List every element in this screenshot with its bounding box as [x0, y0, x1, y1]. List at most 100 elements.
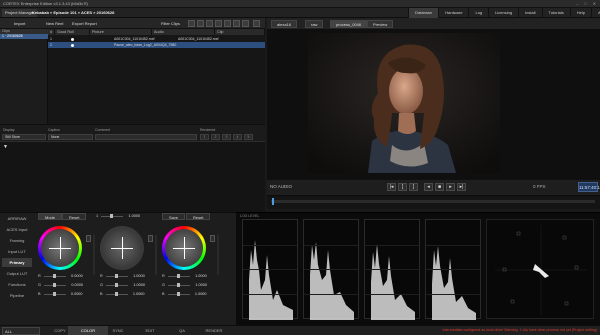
filter-clips-button[interactable]: Filter Clips [157, 20, 184, 27]
rendered-label: Rendered [200, 128, 216, 132]
menu-help[interactable]: Help [569, 8, 591, 18]
tab-alexa16[interactable]: alexa16 [271, 20, 298, 28]
rendered-3[interactable]: 3 [222, 134, 231, 140]
col-audio[interactable]: Audio [152, 29, 215, 35]
tag-icon[interactable] [224, 20, 231, 27]
play-icon[interactable]: ▸ [446, 183, 455, 191]
display-select[interactable]: Still Store [2, 134, 46, 140]
rendered-1[interactable]: 1 [200, 134, 209, 140]
delete-icon[interactable] [242, 20, 249, 27]
viewer-tabs: alexa16 raw process_0046 Preview [267, 18, 600, 29]
all-select[interactable]: ALL [2, 327, 40, 335]
export-report-button[interactable]: Export Report [68, 20, 101, 27]
playhead[interactable] [272, 198, 274, 205]
gamma-master-index: 1 [96, 214, 99, 218]
col-clip[interactable]: Clip [215, 29, 265, 35]
settings-icon[interactable] [215, 20, 222, 27]
save-button[interactable]: Save [162, 213, 186, 220]
play-reverse-icon[interactable]: ◂ [424, 183, 433, 191]
lift-wheel[interactable] [38, 226, 82, 270]
tab-preview[interactable]: Preview [367, 20, 394, 28]
sidebar-item-framing[interactable]: Framing [2, 236, 32, 245]
reset-button[interactable]: Reset [62, 213, 87, 220]
table-row[interactable]: 2 Pause_aleo_base_Log2_A004Q4_7580 [48, 42, 265, 48]
menu-hardware[interactable]: Hardware [438, 8, 468, 18]
lift-b-value[interactable]: 0.0000 [69, 292, 83, 296]
new-reel-button[interactable]: New Reel [42, 20, 67, 27]
lift-add-icon[interactable] [86, 235, 91, 242]
gamma-g-value[interactable]: 1.0000 [131, 283, 145, 287]
timeline-track[interactable] [271, 200, 595, 203]
reset-all-button[interactable]: Reset [186, 213, 211, 220]
tab-render[interactable]: RENDER [194, 326, 234, 335]
gamma-add-icon[interactable] [148, 235, 153, 242]
folder-icon[interactable] [188, 20, 195, 27]
waveform-blue[interactable] [425, 219, 481, 320]
sidebar-item-output-lut[interactable]: Output LUT [2, 269, 32, 278]
menu-database[interactable]: Database [408, 8, 439, 18]
gain-r-value[interactable]: 1.0000 [193, 274, 207, 278]
timecode-display[interactable]: 11:57:40:15 [578, 182, 600, 192]
waveform-luma[interactable] [242, 219, 298, 320]
next-clip-icon[interactable]: ▸| [457, 183, 466, 191]
comment-field[interactable] [95, 134, 197, 140]
lift-r-value[interactable]: 0.0000 [69, 274, 83, 278]
waveform-green[interactable] [364, 219, 420, 320]
sidebar-item-arriraw[interactable]: ARRIRAW [2, 214, 32, 223]
good-roll-dot-icon[interactable] [71, 37, 74, 41]
gain-wheel[interactable] [162, 226, 206, 270]
sidebar-item-functions[interactable]: Functions [2, 280, 32, 289]
rendered-4[interactable]: 4 [233, 134, 242, 140]
gain-level-slider[interactable] [217, 235, 219, 275]
mark-in-icon[interactable]: [ [398, 183, 407, 191]
minimize-icon[interactable]: – [576, 1, 578, 6]
video-frame[interactable] [308, 33, 500, 173]
prev-clip-icon[interactable]: |◂ [387, 183, 396, 191]
timeline[interactable] [267, 195, 600, 209]
grid-icon[interactable] [197, 20, 204, 27]
gamma-b-value[interactable]: 1.0000 [131, 292, 145, 296]
import-button[interactable]: Import [10, 20, 29, 27]
sidebar-item-input-lut[interactable]: Input LUT [2, 247, 32, 256]
sidebar-item-aces-input[interactable]: ACES Input [2, 225, 32, 234]
menu-about[interactable]: About [590, 8, 600, 18]
gain-b-value[interactable]: 1.0000 [193, 292, 207, 296]
mark-out-icon[interactable]: ] [409, 183, 418, 191]
gamma-level-slider[interactable] [155, 235, 157, 275]
gamma-wheel[interactable] [100, 226, 144, 270]
gain-add-icon[interactable] [210, 235, 215, 242]
list-icon[interactable] [206, 20, 213, 27]
lift-g-value[interactable]: 0.0000 [69, 283, 83, 287]
waveform-red[interactable] [303, 219, 359, 320]
caption-select[interactable]: None [48, 134, 93, 140]
sidebar-item-pipeline[interactable]: Pipeline [2, 291, 32, 300]
mode-button[interactable]: Mode [38, 213, 63, 220]
menu-licensing[interactable]: Licensing [488, 8, 518, 18]
vectorscope[interactable] [486, 219, 594, 319]
col-number[interactable]: # [48, 29, 55, 35]
close-icon[interactable]: ✕ [593, 1, 596, 6]
col-good-roll[interactable]: Good Roll [55, 29, 90, 35]
col-picture[interactable]: Picture [90, 29, 152, 35]
good-roll-dot-icon[interactable] [71, 43, 74, 47]
sidebar-item-primary[interactable]: Primary [2, 258, 32, 267]
menu-log[interactable]: Log [468, 8, 488, 18]
maximize-icon[interactable]: □ [584, 1, 586, 6]
rendered-5[interactable]: 5 [244, 134, 253, 140]
stop-icon[interactable]: ■ [435, 183, 444, 191]
rendered-2[interactable]: 2 [211, 134, 220, 140]
refresh-icon[interactable] [253, 20, 260, 27]
gamma-master-slider[interactable] [101, 214, 124, 218]
lift-level-slider[interactable] [93, 235, 95, 275]
expand-arrow-icon[interactable]: ▼ [3, 144, 8, 150]
menu-install-mp[interactable]: Install MP [518, 8, 541, 25]
menu-tutorials[interactable]: Tutorials [541, 8, 570, 18]
gamma-master-value[interactable]: 1.0000 [126, 214, 141, 218]
color-panel: ARRIRAW ACES Input Framing Input LUT Pri… [0, 212, 236, 325]
tab-raw[interactable]: raw [305, 20, 324, 28]
gamma-r-value[interactable]: 1.0000 [131, 274, 145, 278]
clips-tree-item[interactable]: 1 · 20160628 [0, 34, 48, 39]
tab-process[interactable]: process_0046 [330, 20, 368, 28]
copy-icon[interactable] [233, 20, 240, 27]
gain-g-value[interactable]: 1.0000 [193, 283, 207, 287]
